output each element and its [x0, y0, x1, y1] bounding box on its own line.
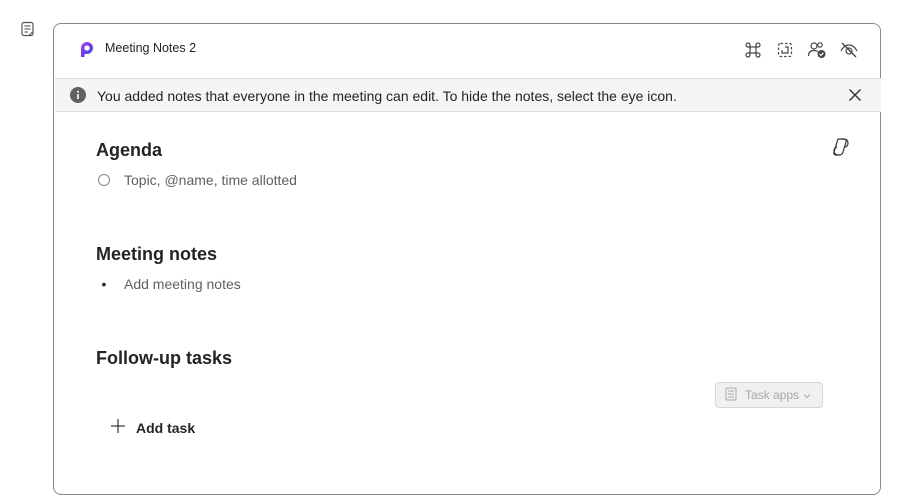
add-task-label: Add task	[136, 420, 196, 436]
people-check-icon[interactable]	[806, 39, 828, 61]
meeting-notes-placeholder[interactable]: Add meeting notes	[124, 276, 241, 292]
meeting-notes-card: Meeting Notes 2 You added notes that eve…	[53, 23, 881, 495]
agenda-item-checkbox[interactable]	[98, 174, 110, 186]
task-apps-label: Task apps	[745, 388, 800, 402]
bullet-point: •	[101, 276, 107, 292]
meeting-notes-heading: Meeting notes	[96, 244, 218, 264]
card-header: Meeting Notes 2	[54, 24, 880, 76]
notes-icon[interactable]	[20, 21, 36, 38]
task-apps-button[interactable]: Task apps	[715, 382, 823, 408]
plus-icon	[110, 418, 126, 439]
eye-off-icon[interactable]	[838, 39, 860, 61]
meeting-notes-item[interactable]: • Add meeting notes	[98, 274, 241, 294]
agenda-item-placeholder[interactable]: Topic, @name, time allotted	[124, 172, 297, 188]
agenda-item[interactable]: Topic, @name, time allotted	[98, 170, 297, 190]
banner-message: You added notes that everyone in the mee…	[97, 88, 677, 104]
page-title: Meeting Notes 2	[105, 41, 197, 55]
info-icon	[70, 87, 86, 103]
close-icon[interactable]	[847, 87, 863, 103]
follow-up-tasks-heading: Follow-up tasks	[96, 348, 233, 368]
loop-logo-icon	[78, 40, 96, 58]
select-region-icon[interactable]	[774, 39, 796, 61]
task-list-icon	[725, 387, 737, 404]
copilot-icon[interactable]	[831, 137, 851, 157]
loop-components-icon[interactable]	[742, 39, 764, 61]
agenda-heading: Agenda	[96, 140, 163, 160]
chevron-down-icon	[803, 388, 811, 402]
info-banner: You added notes that everyone in the mee…	[55, 78, 881, 112]
add-task-button[interactable]: Add task	[110, 418, 195, 438]
